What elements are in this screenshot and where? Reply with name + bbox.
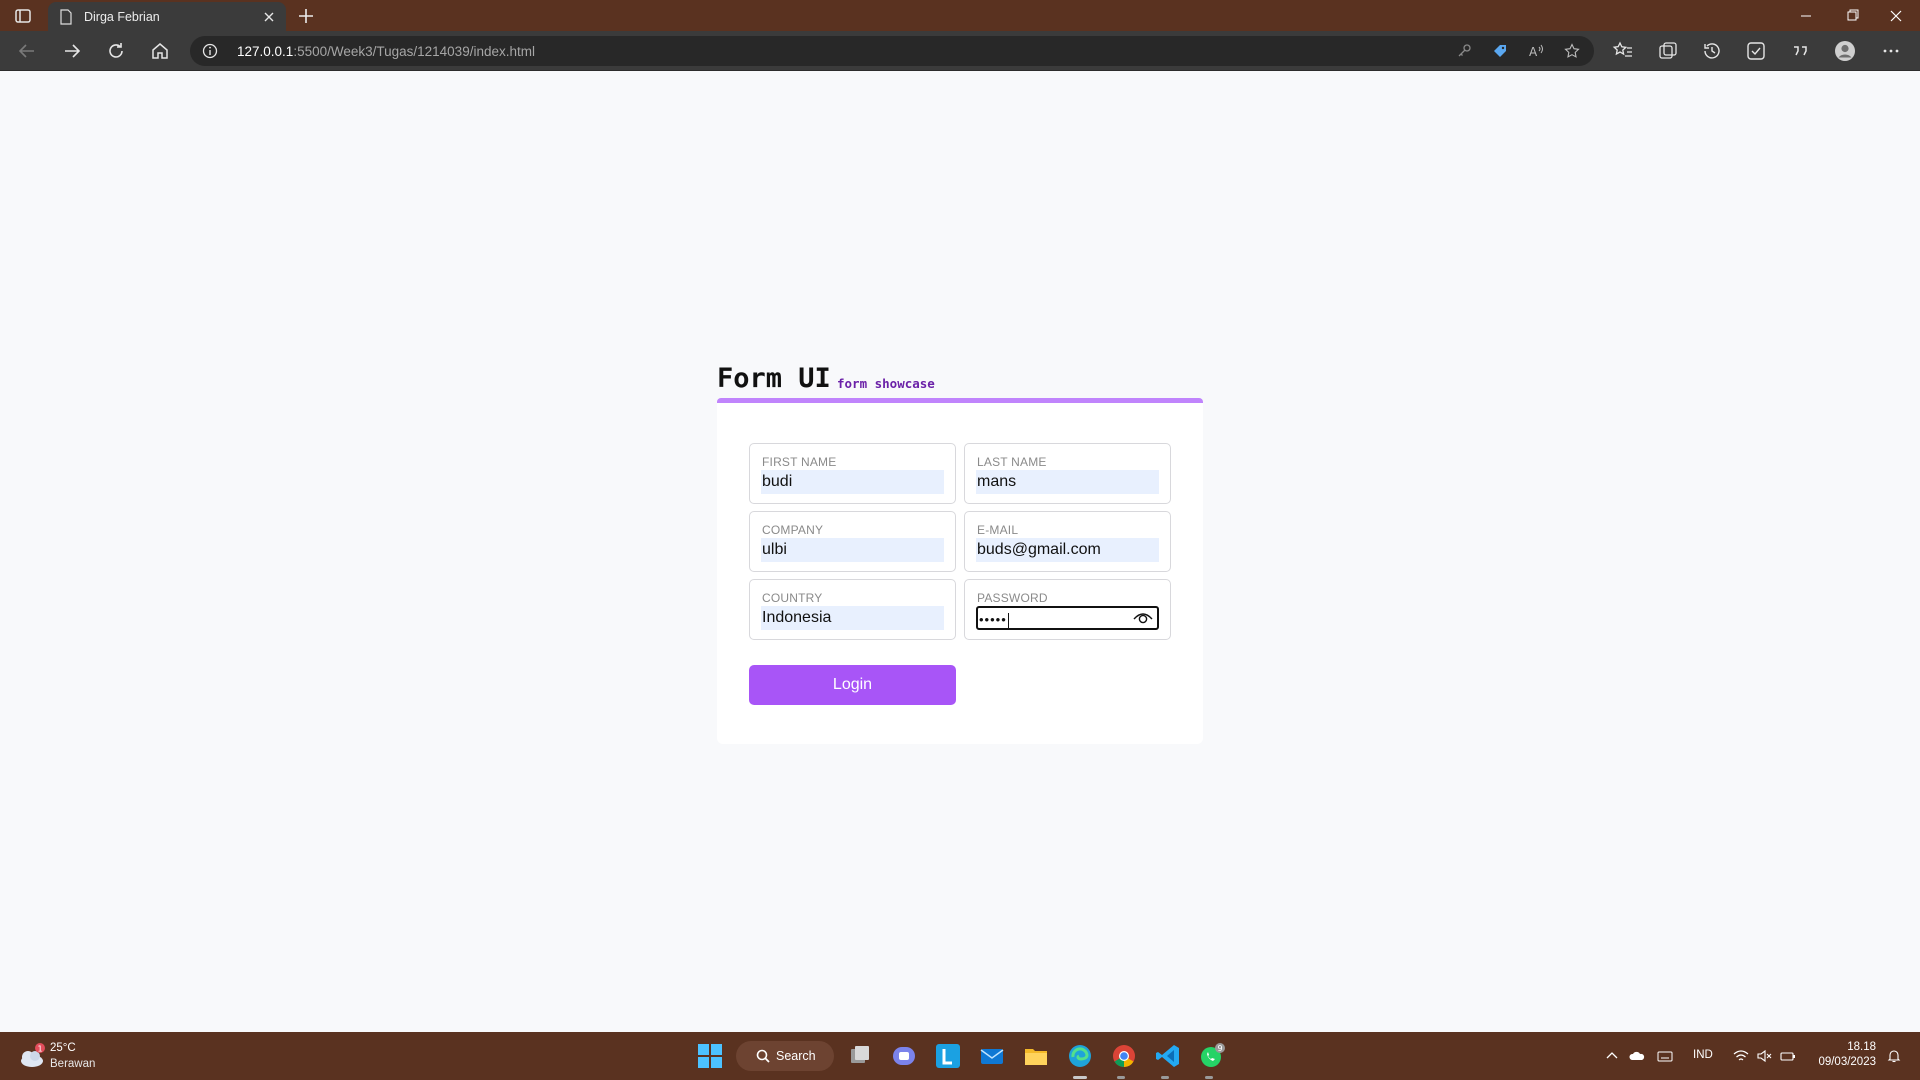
weather-desc: Berawan — [50, 1058, 96, 1070]
page-icon — [60, 9, 72, 25]
onedrive-cloud-icon[interactable] — [1629, 1048, 1645, 1064]
page-subtitle: form showcase — [837, 376, 935, 391]
edge-active-indicator — [1073, 1076, 1087, 1079]
clock[interactable]: 18.18 09/03/2023 — [1812, 1041, 1876, 1068]
notification-bell-icon[interactable] — [1886, 1048, 1902, 1064]
whatsapp-badge: 9 — [1217, 1044, 1222, 1053]
windows-start-icon[interactable] — [696, 1042, 724, 1070]
last-name-field[interactable]: LAST NAME mans — [964, 443, 1171, 504]
new-tab-icon[interactable] — [296, 6, 316, 26]
address-bar[interactable]: 127.0.0.1:5500/Week3/Tugas/1214039/index… — [190, 36, 1594, 66]
profile-avatar-icon[interactable] — [1834, 40, 1856, 62]
text-caret — [1007, 612, 1009, 629]
country-input[interactable]: Indonesia — [761, 606, 944, 630]
login-button[interactable]: Login — [749, 665, 956, 705]
home-icon[interactable] — [149, 40, 171, 62]
keyboard-icon[interactable] — [1657, 1048, 1673, 1064]
clock-time: 18.18 — [1847, 1041, 1876, 1053]
teams-chat-icon[interactable] — [890, 1042, 918, 1070]
tag-icon[interactable] — [1492, 43, 1508, 59]
key-icon[interactable] — [1456, 43, 1472, 59]
password-mask: ••••• — [979, 612, 1007, 627]
last-name-input[interactable]: mans — [976, 470, 1159, 494]
company-label: COMPANY — [762, 523, 824, 537]
form-header: Form UI form showcase — [717, 360, 1203, 400]
url-host: 127.0.0.1 — [237, 44, 294, 59]
site-info-icon[interactable] — [202, 43, 218, 59]
password-label: PASSWORD — [977, 591, 1048, 605]
company-input[interactable]: ulbi — [761, 538, 944, 562]
chrome-icon[interactable] — [1110, 1042, 1138, 1070]
cloudy-weather-icon: 1 — [21, 1043, 45, 1067]
taskbar: 1 25°C Berawan Search 9 IND 18.18 09/03/… — [0, 1032, 1920, 1080]
browser-toolbar: 127.0.0.1:5500/Week3/Tugas/1214039/index… — [0, 31, 1920, 71]
last-name-label: LAST NAME — [977, 455, 1047, 469]
email-input[interactable]: buds@gmail.com — [976, 538, 1159, 562]
language-indicator[interactable]: IND — [1693, 1049, 1713, 1061]
svg-text:A: A — [1529, 45, 1538, 59]
l-app-icon[interactable] — [934, 1042, 962, 1070]
country-field[interactable]: COUNTRY Indonesia — [749, 579, 956, 640]
clock-date: 09/03/2023 — [1818, 1056, 1876, 1068]
back-icon[interactable] — [16, 40, 38, 62]
vscode-icon[interactable] — [1154, 1042, 1182, 1070]
browser-tab[interactable]: Dirga Febrian — [48, 2, 286, 32]
minimize-icon[interactable] — [1786, 4, 1826, 28]
weather-badge: 1 — [37, 1045, 42, 1054]
tab-title: Dirga Febrian — [84, 10, 160, 24]
file-explorer-icon[interactable] — [1022, 1042, 1050, 1070]
volume-muted-icon[interactable] — [1756, 1048, 1772, 1064]
url-path: :5500/Week3/Tugas/1214039/index.html — [293, 44, 535, 59]
password-field[interactable]: PASSWORD ••••• — [964, 579, 1171, 640]
add-favorite-icon[interactable] — [1564, 43, 1580, 59]
battery-icon[interactable] — [1780, 1048, 1796, 1064]
vscode-running-indicator — [1161, 1076, 1169, 1079]
tab-bar: Dirga Febrian — [0, 0, 1920, 32]
restore-icon[interactable] — [1832, 4, 1872, 28]
collections-icon[interactable] — [1657, 40, 1679, 62]
wifi-icon[interactable] — [1733, 1048, 1749, 1064]
whatsapp-running-indicator — [1205, 1076, 1213, 1079]
email-label: E-MAIL — [977, 523, 1019, 537]
task-view-icon[interactable] — [846, 1042, 874, 1070]
forward-icon[interactable] — [61, 40, 83, 62]
show-password-eye-icon[interactable] — [1133, 609, 1153, 627]
close-window-icon[interactable] — [1876, 4, 1916, 28]
read-aloud-icon[interactable]: A — [1528, 43, 1544, 59]
screenshot-icon[interactable] — [1745, 40, 1767, 62]
more-menu-icon[interactable] — [1880, 40, 1902, 62]
weather-temp: 25°C — [50, 1042, 76, 1054]
form-card: FIRST NAME budi LAST NAME mans COMPANY u… — [717, 398, 1203, 744]
mail-icon[interactable] — [978, 1042, 1006, 1070]
search-icon — [756, 1049, 770, 1063]
first-name-field[interactable]: FIRST NAME budi — [749, 443, 956, 504]
tab-actions-icon[interactable] — [14, 7, 32, 25]
chrome-running-indicator — [1117, 1076, 1125, 1079]
form-container: Form UI form showcase FIRST NAME budi LA… — [717, 360, 1203, 744]
quote-icon[interactable] — [1789, 40, 1811, 62]
reload-icon[interactable] — [105, 40, 127, 62]
email-field[interactable]: E-MAIL buds@gmail.com — [964, 511, 1171, 572]
url-text[interactable]: 127.0.0.1:5500/Week3/Tugas/1214039/index… — [237, 44, 535, 59]
first-name-input[interactable]: budi — [761, 470, 944, 494]
chevron-up-icon[interactable] — [1604, 1048, 1620, 1064]
history-icon[interactable] — [1701, 40, 1723, 62]
search-label: Search — [776, 1049, 816, 1063]
taskbar-search[interactable]: Search — [736, 1041, 834, 1071]
weather-widget[interactable]: 1 25°C Berawan — [16, 1039, 126, 1073]
page-title: Form UI — [717, 363, 831, 394]
edge-browser-icon[interactable] — [1066, 1042, 1094, 1070]
password-input[interactable]: ••••• — [976, 606, 1159, 630]
company-field[interactable]: COMPANY ulbi — [749, 511, 956, 572]
close-tab-icon[interactable] — [261, 9, 277, 25]
favorites-icon[interactable] — [1612, 40, 1634, 62]
first-name-label: FIRST NAME — [762, 455, 837, 469]
whatsapp-icon[interactable]: 9 — [1198, 1042, 1226, 1070]
country-label: COUNTRY — [762, 591, 823, 605]
